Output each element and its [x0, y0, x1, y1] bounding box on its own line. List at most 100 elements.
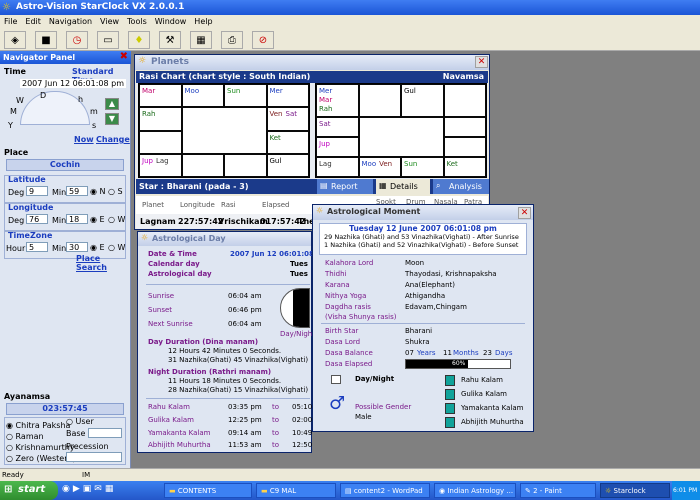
menu-view[interactable]: View [100, 17, 119, 29]
navamsa-house-8[interactable] [443, 117, 486, 137]
tz-hour-input[interactable]: 5 [26, 242, 48, 252]
rasi-house-12[interactable]: Ket [266, 130, 309, 154]
lon-min-input[interactable]: 18 [66, 214, 88, 224]
rasi-house-5[interactable]: Rah [139, 107, 182, 131]
tab-report[interactable]: ▤ Report [317, 179, 373, 194]
ayanamsa-raman-radio[interactable]: ○ Raman [6, 432, 44, 441]
lon-e-radio[interactable]: ◉ E [90, 215, 105, 224]
menu-file[interactable]: File [4, 17, 17, 29]
task-starclock[interactable]: ☼ Starclock [600, 483, 670, 498]
dial-hour[interactable]: h [78, 95, 83, 104]
rasi-chart[interactable]: Mar Moo Sun Mer Rah Ven Sat Ket Jup Lag Gul [138, 83, 310, 178]
moment-row-value: Edavam,Chingam [405, 303, 467, 311]
rasi-house-16[interactable]: Gul [266, 153, 309, 177]
ayanamsa-user-radio[interactable]: ○ User [66, 417, 94, 426]
tz-min-input[interactable]: 30 [66, 242, 88, 252]
lat-min-input[interactable]: 59 [66, 186, 88, 196]
task-indian-astrology[interactable]: ◉ Indian Astrology ... [434, 483, 516, 498]
car-icon[interactable]: ▭ [97, 31, 119, 49]
navamsa-house-16[interactable]: Ket [443, 157, 486, 177]
rasi-house-3[interactable]: Sun [224, 84, 267, 108]
lat-deg-input[interactable]: 9 [26, 186, 48, 196]
rasi-house-2[interactable]: Moo [181, 84, 224, 108]
save-icon[interactable]: ■ [35, 31, 57, 49]
col-elapsed[interactable]: Elapsed [262, 201, 290, 209]
now-link[interactable]: Now [74, 135, 94, 144]
menu-tools[interactable]: Tools [127, 17, 147, 29]
up-arrow-button[interactable]: ▲ [105, 98, 119, 110]
navamsa-house-12[interactable] [443, 137, 486, 157]
place-field[interactable]: Cochin [6, 159, 124, 171]
col-rasi[interactable]: Rasi [221, 201, 236, 209]
navamsa-house-1[interactable]: Mer Mar Rah [316, 84, 359, 117]
planets-close-button[interactable]: ✕ [475, 56, 488, 68]
open-icon[interactable]: ◈ [4, 31, 26, 49]
rasi-house-4[interactable]: Mer [266, 84, 309, 108]
dial-week[interactable]: W [16, 96, 24, 105]
lat-s-radio[interactable]: ○ S [108, 187, 123, 196]
rasi-house-9[interactable] [139, 130, 182, 154]
map-icon[interactable]: ▦ [190, 31, 212, 49]
place-label: Place [4, 148, 29, 157]
latitude-label: Latitude [8, 175, 46, 184]
bulb-icon[interactable]: ♦ [128, 31, 150, 49]
col-longitude[interactable]: Longitude [180, 201, 215, 209]
menu-window[interactable]: Window [155, 17, 187, 29]
lon-w-radio[interactable]: ○ W [108, 215, 125, 224]
dial-month[interactable]: M [10, 107, 17, 116]
tz-w-radio[interactable]: ○ W [108, 243, 125, 252]
dial-day[interactable]: D [40, 91, 46, 100]
ayanamsa-chitra-radio[interactable]: ◉ Chitra Paksha [6, 421, 70, 430]
navamsa-house-2[interactable] [358, 84, 401, 117]
daynight-label: Day/Nigh [280, 330, 313, 338]
base-input[interactable] [88, 428, 122, 438]
rasi-house-1[interactable]: Mar [139, 84, 182, 108]
ql-media-icon[interactable]: ▶ [73, 484, 83, 494]
navamsa-house-14[interactable]: Moo Ven [358, 157, 401, 177]
rasi-house-8[interactable]: Ven Sat [266, 107, 309, 131]
navamsa-label: Navamsa [442, 72, 484, 81]
ayanamsa-krishnamurthy-radio[interactable]: ○ Krishnamurthy [6, 443, 75, 452]
navamsa-house-15[interactable]: Sun [401, 157, 444, 177]
ql-browser-icon[interactable]: ◉ [62, 484, 73, 494]
task-wordpad[interactable]: ▤ content2 - WordPad [340, 483, 430, 498]
tz-e-radio[interactable]: ◉ E [90, 243, 105, 252]
task-contents[interactable]: ▬ CONTENTS [164, 483, 252, 498]
navamsa-house-5[interactable]: Sat [316, 117, 359, 137]
col-planet[interactable]: Planet [142, 201, 164, 209]
ql-mail-icon[interactable]: ✉ [94, 484, 105, 494]
task-c9mal[interactable]: ▬ C9 MAL [256, 483, 336, 498]
dial-second[interactable]: s [92, 121, 96, 130]
navamsa-house-3[interactable]: Gul [401, 84, 444, 117]
down-arrow-button[interactable]: ▼ [105, 113, 119, 125]
tab-analysis[interactable]: ⌕ Analysis [433, 179, 489, 194]
rasi-house-15[interactable] [224, 153, 267, 177]
navamsa-house-13[interactable]: Lag [316, 157, 359, 177]
rasi-house-13[interactable]: Jup Lag [139, 153, 182, 177]
lat-n-radio[interactable]: ◉ N [90, 187, 106, 196]
ql-folder-icon[interactable]: ▣ [83, 484, 95, 494]
start-button[interactable]: ⊞ start [0, 481, 58, 500]
ql-desktop-icon[interactable]: ▦ [105, 484, 117, 494]
moment-close-button[interactable]: ✕ [518, 207, 531, 219]
navamsa-house-4[interactable] [443, 84, 486, 117]
place-search-link[interactable]: Place Search [76, 254, 130, 272]
rasi-house-14[interactable] [181, 153, 224, 177]
change-link[interactable]: Change [96, 135, 130, 144]
navamsa-chart[interactable]: Mer Mar Rah Gul Sat Jup Lag Moo Ven Sun Ket [315, 83, 487, 178]
navamsa-house-9[interactable]: Jup [316, 137, 359, 157]
lon-deg-input[interactable]: 76 [26, 214, 48, 224]
clock-icon[interactable]: ◷ [66, 31, 88, 49]
precession-input[interactable] [66, 452, 122, 462]
menu-navigation[interactable]: Navigation [49, 17, 92, 29]
printer-icon[interactable]: ⎙ [221, 31, 243, 49]
close-icon[interactable]: ✖ [120, 51, 128, 62]
menu-help[interactable]: Help [194, 17, 212, 29]
dial-year[interactable]: Y [8, 121, 13, 130]
help-icon[interactable]: ⊘ [252, 31, 274, 49]
hammer-icon[interactable]: ⚒ [159, 31, 181, 49]
task-paint[interactable]: ✎ 2 - Paint [520, 483, 596, 498]
dial-minute[interactable]: m [90, 107, 98, 116]
tab-details[interactable]: ▦ Details [376, 179, 430, 194]
menu-edit[interactable]: Edit [25, 17, 41, 29]
